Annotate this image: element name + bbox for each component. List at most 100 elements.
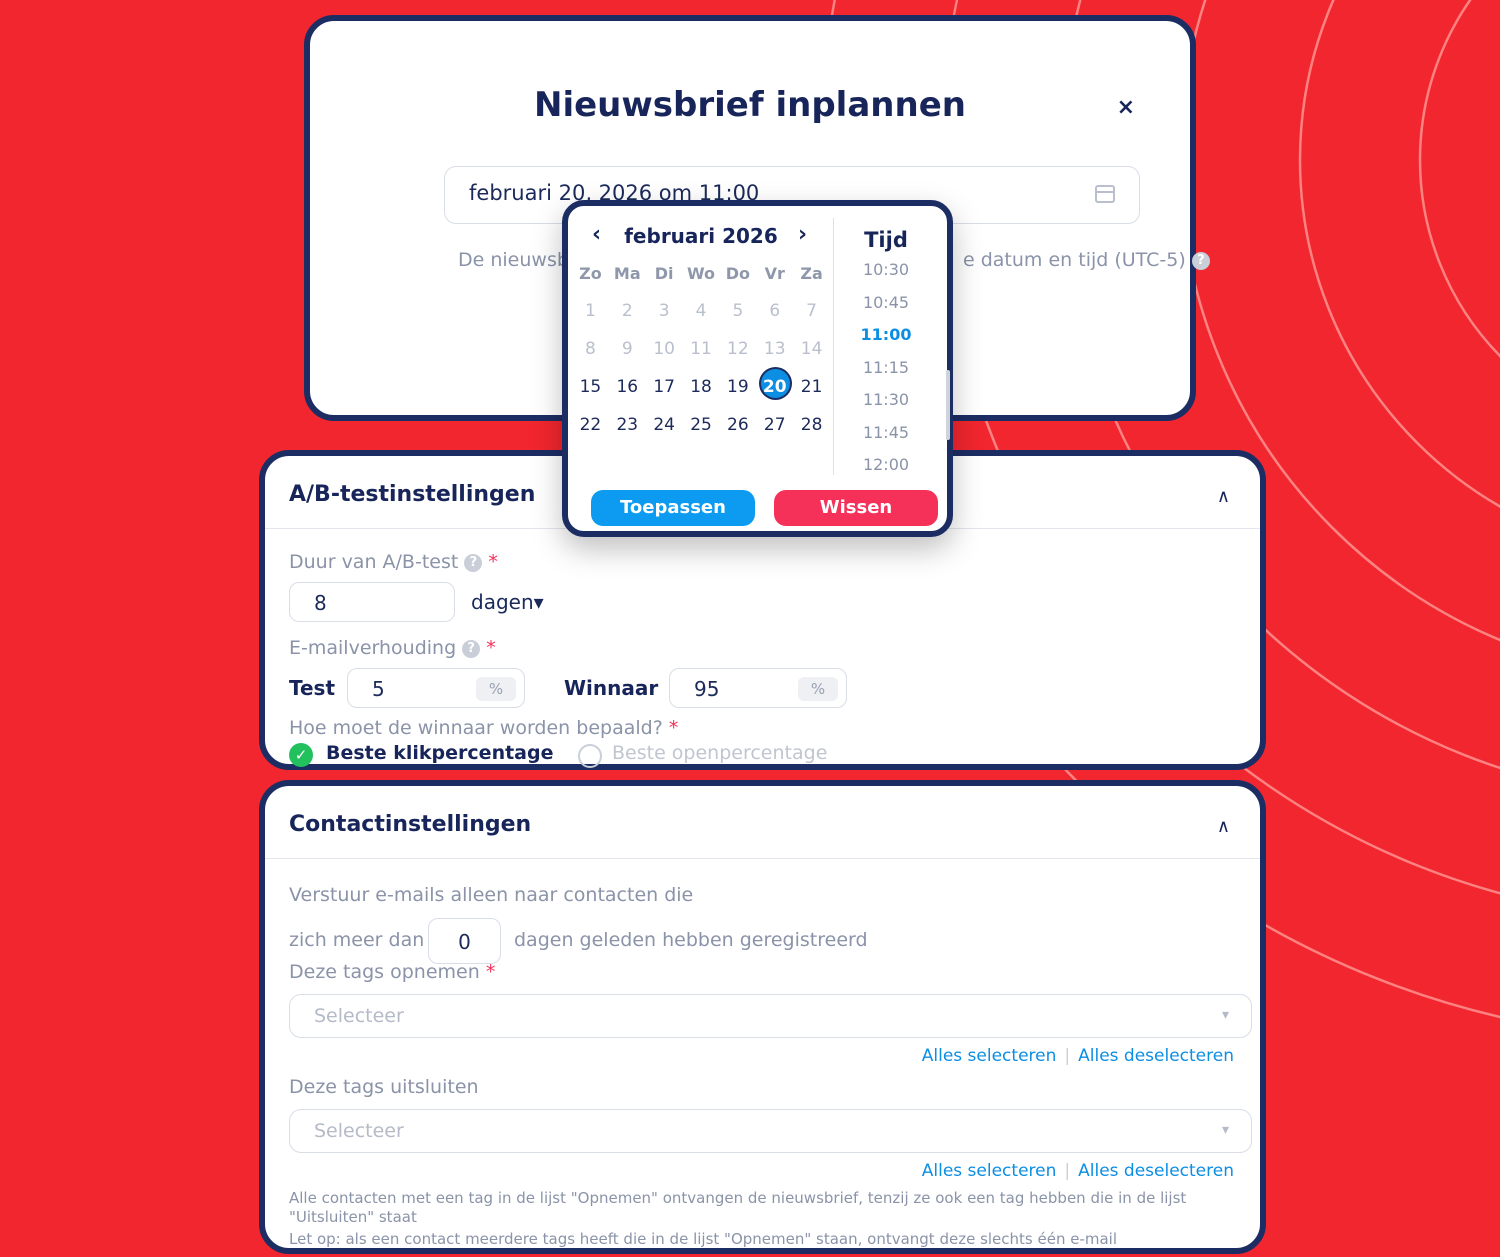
include-tags-label-text: Deze tags opnemen: [289, 961, 480, 983]
calendar-day[interactable]: 9: [609, 339, 646, 359]
duration-label-text: Duur van A/B-test: [289, 551, 459, 573]
datetime-picker: ‹ februari 2026 › Zo Ma Di Wo Do Vr Za 1…: [562, 200, 953, 537]
calendar-day[interactable]: 27: [756, 415, 793, 435]
next-month-icon[interactable]: ›: [798, 222, 807, 247]
tags-note: Alle contacten met een tag in de lijst "…: [289, 1189, 1187, 1226]
winner-percent-input[interactable]: 95 %: [669, 668, 847, 708]
calendar-header: ‹ februari 2026 ›: [572, 222, 830, 252]
duration-input[interactable]: 8: [289, 582, 455, 622]
calendar-day[interactable]: 1: [572, 301, 609, 321]
calendar-day[interactable]: 19: [719, 377, 756, 397]
calendar-day[interactable]: 21: [793, 377, 830, 397]
percent-suffix: %: [476, 677, 516, 701]
time-option[interactable]: 12:00: [836, 455, 936, 488]
calendar-week-row: 15 16 17 18 19 20 21: [572, 368, 830, 406]
tags-warning: Let op: als een contact meerdere tags he…: [289, 1230, 1118, 1248]
help-text-right-label: e datum en tijd (UTC-5): [963, 249, 1186, 271]
ratio-label: E-mailverhouding ? *: [289, 637, 496, 659]
help-icon[interactable]: ?: [1191, 251, 1210, 270]
winner-percent-value: 95: [694, 677, 720, 701]
include-tags-placeholder: Selecteer: [314, 1005, 404, 1027]
calendar-month-title: februari 2026: [624, 224, 778, 248]
calendar-day[interactable]: 5: [719, 301, 756, 321]
calendar-day[interactable]: 24: [646, 415, 683, 435]
time-option[interactable]: 11:15: [836, 358, 936, 391]
calendar-day[interactable]: 25: [683, 415, 720, 435]
calendar-week-row: 8 9 10 11 12 13 14: [572, 330, 830, 368]
time-option[interactable]: 11:45: [836, 423, 936, 456]
ab-section-title: A/B-testinstellingen: [289, 482, 536, 507]
picker-divider: [833, 218, 834, 475]
close-icon[interactable]: ×: [1117, 95, 1135, 120]
radio-open-rate[interactable]: [578, 744, 602, 768]
time-option[interactable]: 11:30: [836, 390, 936, 423]
calendar-day[interactable]: 18: [683, 377, 720, 397]
duration-label: Duur van A/B-test ? *: [289, 551, 498, 573]
help-icon[interactable]: ?: [462, 639, 481, 658]
option-best-click[interactable]: Beste klikpercentage: [326, 742, 553, 764]
apply-button[interactable]: Toepassen: [591, 490, 755, 526]
include-tags-select[interactable]: Selecteer ▾: [289, 994, 1252, 1038]
exclude-select-all-link[interactable]: Alles selecteren: [922, 1161, 1057, 1181]
help-icon[interactable]: ?: [464, 553, 483, 572]
calendar-day[interactable]: 8: [572, 339, 609, 359]
weekday-header: Zo Ma Di Wo Do Vr Za: [572, 254, 830, 292]
collapse-icon[interactable]: ∧: [1217, 486, 1230, 507]
calendar-day[interactable]: 17: [646, 377, 683, 397]
time-items: 10:30 10:45 11:00 11:15 11:30 11:45 12:00: [836, 260, 936, 488]
required-mark: *: [668, 717, 679, 739]
required-mark: *: [486, 637, 496, 659]
registered-prefix: zich meer dan: [289, 929, 425, 951]
test-percent-value: 5: [372, 677, 385, 701]
calendar-day[interactable]: 7: [793, 301, 830, 321]
weekday-label: Wo: [686, 263, 716, 283]
calendar-day[interactable]: 15: [572, 377, 609, 397]
include-select-all-link[interactable]: Alles selecteren: [922, 1046, 1057, 1066]
contact-intro: Verstuur e-mails alleen naar contacten d…: [289, 884, 694, 906]
calendar-day[interactable]: 23: [609, 415, 646, 435]
calendar-day[interactable]: 13: [756, 339, 793, 359]
winner-label: Winnaar: [564, 676, 659, 700]
required-mark: *: [488, 551, 498, 573]
ratio-label-text: E-mailverhouding: [289, 637, 457, 659]
calendar-day[interactable]: 14: [793, 339, 830, 359]
calendar-day-selected[interactable]: 20: [756, 369, 793, 398]
exclude-tags-placeholder: Selecteer: [314, 1120, 404, 1142]
calendar-day[interactable]: 12: [719, 339, 756, 359]
collapse-icon[interactable]: ∧: [1217, 816, 1230, 837]
calendar: ‹ februari 2026 › Zo Ma Di Wo Do Vr Za 1…: [572, 222, 830, 444]
exclude-tags-links: Alles selecteren | Alles deselecteren: [922, 1161, 1234, 1181]
exclude-tags-select[interactable]: Selecteer ▾: [289, 1109, 1252, 1153]
registered-days-input[interactable]: 0: [428, 918, 501, 964]
option-best-open[interactable]: Beste openpercentage: [612, 742, 827, 764]
calendar-day[interactable]: 28: [793, 415, 830, 435]
calendar-day[interactable]: 2: [609, 301, 646, 321]
calendar-day[interactable]: 6: [756, 301, 793, 321]
exclude-deselect-all-link[interactable]: Alles deselecteren: [1078, 1161, 1234, 1181]
calendar-day[interactable]: 3: [646, 301, 683, 321]
time-scrollbar[interactable]: [946, 370, 950, 440]
time-title: Tijd: [864, 228, 908, 252]
calendar-day[interactable]: 26: [719, 415, 756, 435]
check-icon[interactable]: ✓: [289, 743, 313, 767]
weekday-label: Di: [654, 263, 674, 283]
calendar-day[interactable]: 11: [683, 339, 720, 359]
duration-unit-dropdown[interactable]: dagen▾: [471, 590, 544, 614]
calendar-grid: 1 2 3 4 5 6 7 8 9 10 11 12 13 14 15 16 17 18 19 20 21 22 23 24 2…: [572, 292, 830, 444]
time-option-selected[interactable]: 11:00: [836, 325, 936, 358]
weekday-label: Za: [800, 263, 823, 283]
calendar-icon[interactable]: [1095, 185, 1115, 203]
calendar-day[interactable]: 10: [646, 339, 683, 359]
time-option[interactable]: 10:45: [836, 293, 936, 326]
calendar-day[interactable]: 4: [683, 301, 720, 321]
calendar-day[interactable]: 22: [572, 415, 609, 435]
weekday-label: Vr: [764, 263, 785, 283]
calendar-day[interactable]: 16: [609, 377, 646, 397]
include-deselect-all-link[interactable]: Alles deselecteren: [1078, 1046, 1234, 1066]
clear-button[interactable]: Wissen: [774, 490, 938, 526]
help-text-right: e datum en tijd (UTC-5) ?: [963, 249, 1210, 271]
test-percent-input[interactable]: 5 %: [347, 668, 525, 708]
calendar-week-row: 22 23 24 25 26 27 28: [572, 406, 830, 444]
time-option[interactable]: 10:30: [836, 260, 936, 293]
chevron-down-icon: ▾: [1221, 1007, 1229, 1023]
